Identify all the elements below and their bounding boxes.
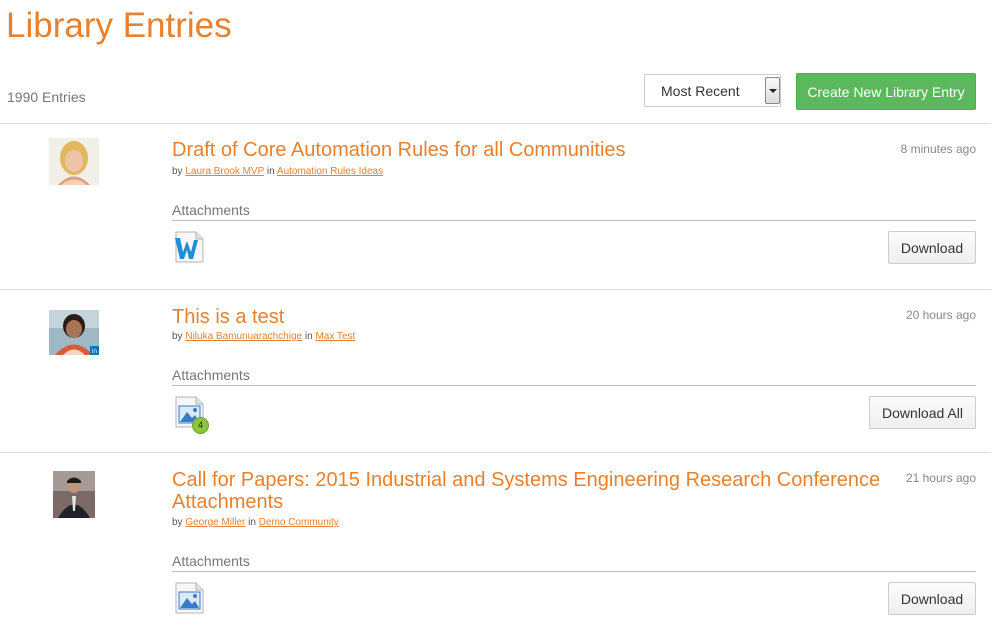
create-library-entry-button[interactable]: Create New Library Entry	[796, 73, 976, 110]
author-link[interactable]: George Miller	[185, 517, 245, 528]
page-title: Library Entries	[6, 6, 232, 45]
entry-byline: by Niluka Bamunuarachchige in Max Test	[172, 331, 355, 342]
entry-timestamp: 8 minutes ago	[900, 142, 976, 156]
in-word: in	[266, 166, 275, 177]
attachments-label: Attachments	[172, 553, 250, 569]
attachments-divider	[172, 571, 976, 572]
entry-byline: by George Miller in Demo Community	[172, 517, 339, 528]
entry-byline: by Laura Brook MVP in Automation Rules I…	[172, 166, 383, 177]
attachments-label: Attachments	[172, 367, 250, 383]
in-word: in	[248, 517, 256, 528]
by-prefix: by	[172, 166, 183, 177]
avatar-image	[49, 138, 99, 185]
by-prefix: by	[172, 517, 183, 528]
avatar-image	[53, 471, 95, 518]
word-document-icon[interactable]	[173, 230, 205, 264]
library-entries-page: Library Entries 1990 Entries Most Recent…	[0, 0, 1001, 633]
svg-text:in: in	[92, 348, 98, 355]
image-file-icon[interactable]	[173, 581, 205, 615]
entry-timestamp: 21 hours ago	[905, 471, 976, 485]
entry-title[interactable]: Call for Papers: 2015 Industrial and Sys…	[172, 469, 880, 513]
download-button[interactable]: Download	[888, 582, 976, 615]
entry-timestamp: 20 hours ago	[905, 308, 976, 322]
entry-count: 1990 Entries	[7, 89, 86, 105]
attachments-label: Attachments	[172, 202, 250, 218]
entry-title-line: Attachments	[172, 491, 284, 513]
author-link[interactable]: Niluka Bamunuarachchige	[185, 331, 302, 342]
community-link[interactable]: Demo Community	[259, 517, 339, 528]
avatar[interactable]	[49, 138, 99, 185]
avatar[interactable]	[53, 471, 95, 518]
attachment-count-badge: 4	[192, 417, 209, 434]
library-entry: in This is a test by Niluka Bamunuarachc…	[0, 290, 991, 452]
sort-dropdown[interactable]: Most Recent	[644, 74, 781, 107]
sort-selected-value: Most Recent	[661, 83, 740, 99]
community-link[interactable]: Max Test	[315, 331, 355, 342]
community-link[interactable]: Automation Rules Ideas	[277, 166, 383, 177]
in-word: in	[304, 331, 313, 342]
library-entry: Call for Papers: 2015 Industrial and Sys…	[0, 453, 991, 633]
avatar[interactable]: in	[49, 310, 99, 355]
download-button[interactable]: Download	[888, 231, 976, 264]
entry-title-line: Call for Papers: 2015 Industrial and Sys…	[172, 469, 881, 491]
library-entry: Draft of Core Automation Rules for all C…	[0, 124, 991, 289]
entry-title[interactable]: This is a test	[172, 306, 284, 328]
avatar-image: in	[49, 310, 99, 355]
download-all-button[interactable]: Download All	[869, 396, 976, 429]
attachments-divider	[172, 220, 976, 221]
by-prefix: by	[172, 331, 183, 342]
chevron-down-icon[interactable]	[765, 77, 780, 104]
entry-title[interactable]: Draft of Core Automation Rules for all C…	[172, 139, 626, 161]
author-link[interactable]: Laura Brook MVP	[185, 166, 264, 177]
attachments-divider	[172, 385, 976, 386]
